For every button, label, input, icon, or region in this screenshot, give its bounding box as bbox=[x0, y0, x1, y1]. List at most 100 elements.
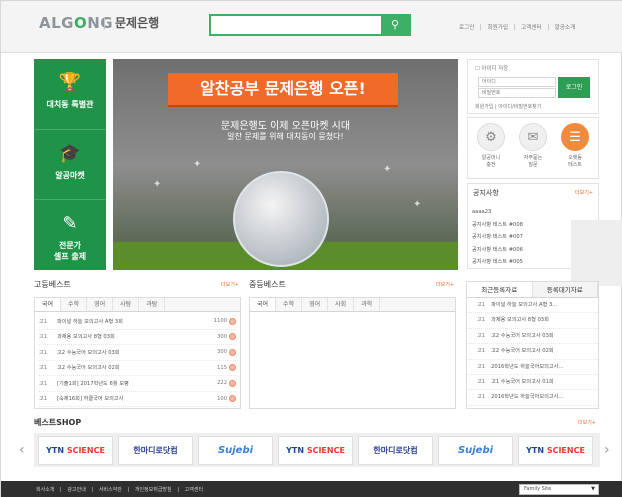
high-best-list: 고1 파이널 하늘 모의고사 A형 3회 1100 고1 과제용 모의고사 8형 03… bbox=[35, 312, 240, 407]
search-button[interactable]: ⚲ bbox=[381, 16, 409, 34]
left-nav-special[interactable]: 🏆 대치동 특별관 bbox=[34, 59, 106, 129]
footer-about[interactable]: 회사소개 bbox=[36, 486, 54, 493]
notice-more-link[interactable]: 더보기+ bbox=[575, 189, 593, 196]
notice-list: aaaa23 공지사항 테스트 #008 공지사항 테스트 #007 공지사항 … bbox=[472, 206, 523, 269]
coin-icon: ⚙ bbox=[477, 123, 505, 151]
notice-item[interactable]: 공지사항 테스트 #007 bbox=[472, 231, 523, 244]
footer-links: 회사소개 광고안내 서비스약관 개인정보취급방침 고객센터 bbox=[36, 486, 203, 493]
sparkle-icon: ✦ bbox=[383, 164, 392, 175]
chevron-right-icon[interactable]: › bbox=[604, 442, 610, 458]
search-icon: ⚲ bbox=[390, 18, 400, 31]
notice-item[interactable]: 공지사항 테스트 #008 bbox=[472, 219, 523, 232]
banner-line-2: 알찬 문제를 위해 대치동이 뭉쳤다! bbox=[227, 132, 344, 141]
list-item[interactable]: 고1 파이널 하늘 모의고사 A형 3회 1100 bbox=[39, 314, 236, 330]
brand-hanmadiro[interactable]: 한마디로닷컴 bbox=[358, 436, 433, 465]
document-icon: ☰ bbox=[561, 123, 589, 151]
logo[interactable]: ALGONG bbox=[39, 14, 113, 32]
tab-science[interactable]: 과학 bbox=[354, 298, 381, 311]
mid-best-title: 중등베스트 bbox=[249, 280, 286, 289]
list-item[interactable]: 고1 고2 수능국어 모의고사 03회 bbox=[467, 329, 598, 345]
list-item[interactable]: 고1 2016학년도 하늘국어모의고사... bbox=[467, 360, 598, 375]
brand-sujebi[interactable]: Sujebi bbox=[198, 436, 273, 465]
edit-icon: ✎ bbox=[62, 213, 78, 234]
globe-image bbox=[233, 171, 329, 267]
search-input[interactable] bbox=[211, 16, 379, 34]
brand-sujebi[interactable]: Sujebi bbox=[438, 436, 513, 465]
nav-about[interactable]: 알공소개 bbox=[555, 23, 576, 31]
footer-customer-center[interactable]: 고객센터 bbox=[185, 486, 203, 493]
family-site-select[interactable]: Family Site ▼ bbox=[519, 484, 599, 495]
remember-id[interactable]: ☐ 아이디 저장 bbox=[475, 64, 508, 72]
footer-terms[interactable]: 서비스약관 bbox=[99, 486, 122, 493]
quick-link-faq[interactable]: ✉ 자주묻는 질문 bbox=[516, 123, 550, 168]
tab-english[interactable]: 영어 bbox=[302, 298, 329, 311]
shop-more-link[interactable]: 더보기+ bbox=[578, 419, 596, 426]
trophy-icon: 🏆 bbox=[58, 72, 82, 93]
high-best-title: 고등베스트 bbox=[34, 280, 71, 289]
tab-pending[interactable]: 등록대기자료 bbox=[532, 282, 598, 297]
quick-link-test[interactable]: ☰ 오랫동 테스트 bbox=[558, 123, 592, 168]
tab-recent[interactable]: 최근등록자료 bbox=[467, 282, 533, 297]
list-item[interactable]: 고1 2016학년도 하늘국어모의고사... bbox=[467, 390, 598, 406]
list-item[interactable]: 고1 고1 수능국어 모의고사 01회 bbox=[467, 375, 598, 391]
chevron-left-icon[interactable]: ‹ bbox=[19, 442, 25, 458]
header: ALGONG 문제은행 ⚲ 로그인 회원가입 고객센터 알공소개 bbox=[1, 1, 622, 53]
count-icon bbox=[229, 364, 236, 372]
notice-item[interactable]: 공지사항 테스트 #006 bbox=[472, 244, 523, 257]
signup-link[interactable]: 회원가입 bbox=[475, 104, 493, 110]
count-icon bbox=[229, 379, 236, 387]
shop-title: 베스트SHOP bbox=[34, 418, 82, 427]
brand-ytn-science[interactable]: YTN SCIENCE bbox=[518, 436, 593, 465]
high-best-box: 국어 수학 영어 사탐 과탐 고1 파이널 하늘 모의고사 A형 3회 1100 고… bbox=[34, 297, 241, 409]
top-nav: 로그인 회원가입 고객센터 알공소개 bbox=[459, 23, 575, 31]
mid-best-more-link[interactable]: 더보기+ bbox=[436, 281, 454, 288]
brand-ytn-science[interactable]: YTN SCIENCE bbox=[38, 436, 113, 465]
notice-title: 공지사항 bbox=[473, 189, 499, 197]
nav-customer-center[interactable]: 고객센터 bbox=[521, 23, 542, 31]
tab-social[interactable]: 사탐 bbox=[113, 298, 140, 311]
count-icon bbox=[229, 348, 236, 356]
tab-social[interactable]: 사회 bbox=[328, 298, 355, 311]
id-input[interactable] bbox=[478, 77, 556, 87]
search-bar: ⚲ bbox=[209, 14, 411, 36]
list-item[interactable]: 고1 파이널 하늘 모의고사 A형 3... bbox=[467, 298, 598, 314]
tab-math[interactable]: 수학 bbox=[276, 298, 303, 311]
quick-link-charge[interactable]: ⚙ 알공머니 충전 bbox=[474, 123, 508, 168]
brand-ytn-science[interactable]: YTN SCIENCE bbox=[278, 436, 353, 465]
footer-ads[interactable]: 광고안내 bbox=[67, 486, 85, 493]
quick-links: ⚙ 알공머니 충전 ✉ 자주묻는 질문 ☰ 오랫동 테스트 bbox=[467, 117, 599, 179]
logo-subtitle: 문제은행 bbox=[115, 16, 160, 30]
list-item[interactable]: 고1 과제용 모의고사 8형 03회 bbox=[467, 313, 598, 329]
footer-privacy[interactable]: 개인정보취급방침 bbox=[135, 486, 172, 493]
tab-math[interactable]: 수학 bbox=[61, 298, 88, 311]
left-nav-self-exam[interactable]: ✎ 전문가 셀프 출제 bbox=[34, 199, 106, 269]
nav-signup[interactable]: 회원가입 bbox=[487, 23, 508, 31]
list-item[interactable]: 고1 [숙제16회] 허클국어 모의고사 100 bbox=[39, 392, 236, 407]
tab-korean[interactable]: 국어 bbox=[35, 298, 62, 311]
main-banner[interactable]: 알찬공부 문제은행 오픈! 문제은행도 이제 오픈마켓 시대 알찬 문제를 위해… bbox=[113, 59, 458, 270]
list-item[interactable]: 고1 고2 수능국어 모의고사 03회 300 bbox=[39, 345, 236, 361]
list-item[interactable]: 고1 [기출1회] 2017학년도 6월 모평 222 bbox=[39, 376, 236, 392]
left-nav: 🏆 대치동 특별관 🎓 알공마켓 ✎ 전문가 셀프 출제 bbox=[34, 59, 106, 270]
tab-english[interactable]: 영어 bbox=[87, 298, 114, 311]
high-best-more-link[interactable]: 더보기+ bbox=[221, 281, 239, 288]
list-item[interactable]: 고1 고2 수능국어 모의고사 02회 bbox=[467, 344, 598, 360]
logo-divider bbox=[104, 18, 105, 29]
page: ALGONG 문제은행 ⚲ 로그인 회원가입 고객센터 알공소개 🏆 대치동 특… bbox=[0, 0, 622, 497]
banner-title: 알찬공부 문제은행 오픈! bbox=[156, 73, 410, 107]
login-button[interactable]: 로그인 bbox=[558, 77, 590, 98]
brand-hanmadiro[interactable]: 한마디로닷컴 bbox=[118, 436, 193, 465]
password-input[interactable] bbox=[478, 88, 556, 98]
tab-science[interactable]: 과탐 bbox=[139, 298, 166, 311]
list-item[interactable]: 고1 고2 수능국어 모의고사 02회 115 bbox=[39, 361, 236, 376]
banner-line-1: 문제은행도 이제 오픈마켓 시대 bbox=[220, 121, 351, 132]
high-best-tabs: 국어 수학 영어 사탐 과탐 bbox=[35, 298, 240, 312]
left-nav-market[interactable]: 🎓 알공마켓 bbox=[34, 129, 106, 199]
nav-login[interactable]: 로그인 bbox=[459, 23, 474, 31]
notice-item[interactable]: aaaa23 bbox=[472, 206, 523, 219]
find-account-link[interactable]: 아이디/비밀번호찾기 bbox=[498, 104, 541, 110]
list-item[interactable]: 고1 과제용 모의고사 8형 03회 300 bbox=[39, 330, 236, 345]
tab-korean[interactable]: 국어 bbox=[250, 298, 277, 311]
recent-tabs: 최근등록자료 등록대기자료 bbox=[467, 282, 598, 298]
notice-item[interactable]: 공지사항 테스트 #005 bbox=[472, 256, 523, 269]
